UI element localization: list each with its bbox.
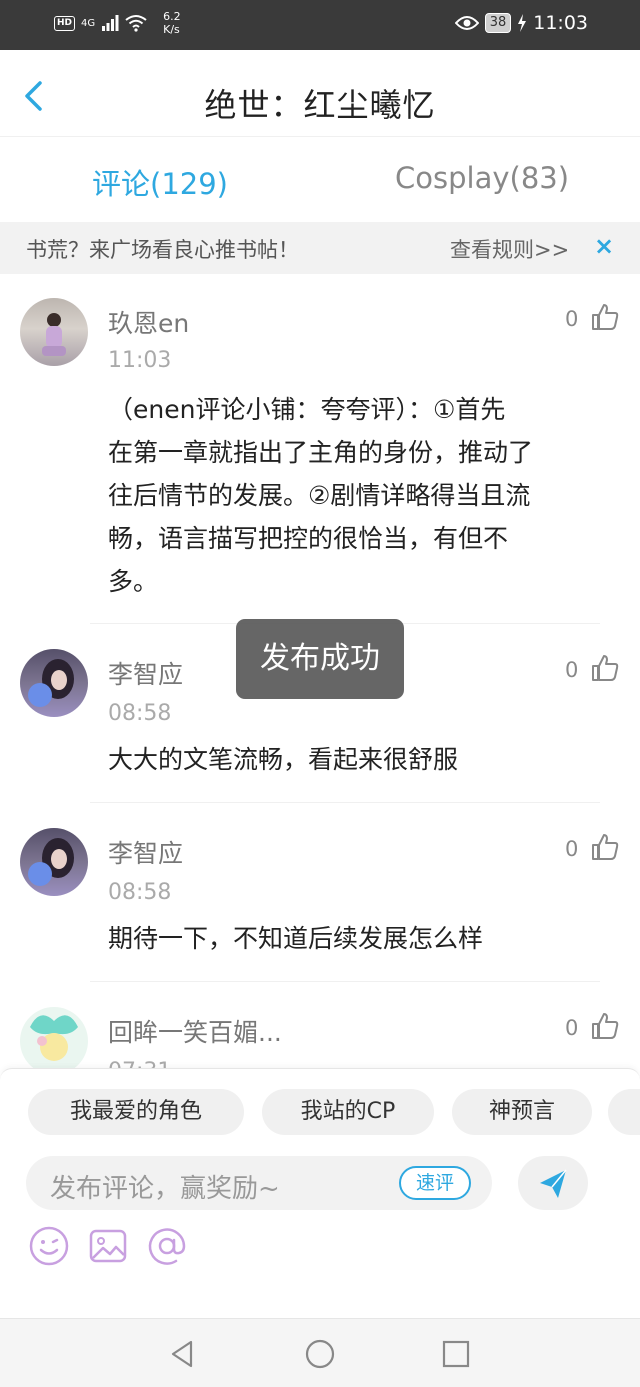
tab-cosplay[interactable]: Cosplay(83) xyxy=(395,161,569,195)
promo-banner[interactable]: 书荒？来广场看良心推书帖！ 查看规则>> × xyxy=(0,222,640,274)
clock: 11:03 xyxy=(533,12,588,34)
nav-recents-icon[interactable] xyxy=(440,1338,472,1370)
send-button[interactable] xyxy=(518,1156,588,1210)
divider xyxy=(90,981,600,982)
thumbs-up-icon[interactable] xyxy=(590,832,620,862)
like-count: 0 xyxy=(565,307,579,331)
charging-bolt-icon xyxy=(518,14,527,32)
comment-line: 多。 xyxy=(108,567,159,596)
status-bar: HD 4G 6.2 K/s 38 11:03 xyxy=(0,0,640,50)
signal-indicator: 4G xyxy=(81,17,96,29)
comment-username[interactable]: 李智应 xyxy=(108,655,183,691)
like-count: 0 xyxy=(565,837,579,861)
quick-tag-chip[interactable]: 我最爱的角色 xyxy=(28,1089,244,1135)
comment-time: 08:58 xyxy=(108,701,172,726)
quick-tag-chip[interactable]: 神预言 xyxy=(452,1089,592,1135)
comment-input-placeholder: 发布评论，赢奖励~ xyxy=(50,1174,280,1204)
thumbs-up-icon[interactable] xyxy=(590,1011,620,1041)
comment-line: 大大的文笔流畅，看起来很舒服 xyxy=(108,745,459,774)
image-icon[interactable] xyxy=(87,1225,129,1267)
net-speed: 6.2 K/s xyxy=(163,10,181,36)
success-toast: 发布成功 xyxy=(236,619,404,699)
comment-line: 期待一下，不知道后续发展怎么样 xyxy=(108,924,484,953)
comment-username[interactable]: 李智应 xyxy=(108,834,183,870)
hd-indicator: HD xyxy=(54,15,76,31)
status-left: HD 4G 6.2 K/s xyxy=(54,10,181,36)
thumbs-up-icon[interactable] xyxy=(590,302,620,332)
net-speed-value: 6.2 xyxy=(163,10,181,23)
at-icon[interactable] xyxy=(146,1225,188,1267)
nav-back-icon[interactable] xyxy=(167,1338,199,1370)
comment-username[interactable]: 玖恩en xyxy=(108,304,189,340)
comment-text: （enen评论小铺：夸夸评）：①首先 在第一章就指出了主角的身份，推动了 往后情… xyxy=(108,388,618,603)
close-icon[interactable]: × xyxy=(594,232,614,260)
comment-text: 期待一下，不知道后续发展怎么样 xyxy=(108,917,618,960)
avatar-figure xyxy=(28,838,74,886)
like-count: 0 xyxy=(565,658,579,682)
comment-line: 畅，语言描写把控的很恰当，有但不 xyxy=(108,524,509,553)
banner-text[interactable]: 书荒？来广场看良心推书帖！ xyxy=(26,234,299,264)
nav-home-icon[interactable] xyxy=(304,1338,336,1370)
system-nav-bar xyxy=(0,1318,640,1387)
page-title: 绝世：红尘曦忆 xyxy=(204,86,436,124)
status-right: 38 11:03 xyxy=(454,12,588,34)
paper-plane-icon xyxy=(540,1169,567,1198)
comment-line: （enen评论小铺：夸夸评）：①首先 xyxy=(108,395,506,424)
comment-item: 回眸一笑百媚... 07:31 0 xyxy=(0,983,640,1068)
avatar[interactable] xyxy=(20,649,88,717)
avatar-figure xyxy=(42,313,66,356)
comment-text: 大大的文笔流畅，看起来很舒服 xyxy=(108,738,618,781)
avatar-figure xyxy=(30,1015,78,1061)
quick-tag-chip[interactable]: 我站的CP xyxy=(262,1089,434,1135)
quick-comment-button[interactable]: 速评 xyxy=(399,1166,471,1200)
signal-bars-icon xyxy=(102,15,119,31)
thumbs-up-icon[interactable] xyxy=(590,653,620,683)
net-speed-unit: K/s xyxy=(163,23,180,36)
avatar[interactable] xyxy=(20,1007,88,1068)
like-count: 0 xyxy=(565,1016,579,1040)
avatar-figure xyxy=(28,659,74,707)
comment-line: 往后情节的发展。②剧情详略得当且流 xyxy=(108,481,531,510)
divider xyxy=(90,802,600,803)
comment-time: 11:03 xyxy=(108,348,172,373)
quick-tag-chip-overflow[interactable] xyxy=(608,1089,640,1135)
comment-input[interactable]: 发布评论，赢奖励~ 速评 xyxy=(26,1156,492,1210)
avatar[interactable] xyxy=(20,298,88,366)
comment-item: 李智应 08:58 期待一下，不知道后续发展怎么样 0 xyxy=(0,804,640,982)
wifi-icon xyxy=(125,15,147,32)
eye-icon xyxy=(454,16,479,30)
tab-bar: 评论(129) Cosplay(83) xyxy=(0,136,640,222)
title-bar: 绝世：红尘曦忆 xyxy=(0,50,640,136)
tab-comments[interactable]: 评论(129) xyxy=(92,161,228,203)
comment-item: 玖恩en 11:03 （enen评论小铺：夸夸评）：①首先 在第一章就指出了主角… xyxy=(0,274,640,624)
view-rules-link[interactable]: 查看规则>> xyxy=(450,234,569,264)
avatar[interactable] xyxy=(20,828,88,896)
comment-line: 在第一章就指出了主角的身份，推动了 xyxy=(108,438,534,467)
smiley-icon[interactable] xyxy=(28,1225,70,1267)
battery-indicator: 38 xyxy=(484,13,512,33)
comment-time: 08:58 xyxy=(108,880,172,905)
comment-time: 07:31 xyxy=(108,1059,171,1068)
comment-username[interactable]: 回眸一笑百媚... xyxy=(108,1013,282,1049)
comment-composer: 我最爱的角色 我站的CP 神预言 发布评论，赢奖励~ 速评 xyxy=(0,1068,640,1318)
